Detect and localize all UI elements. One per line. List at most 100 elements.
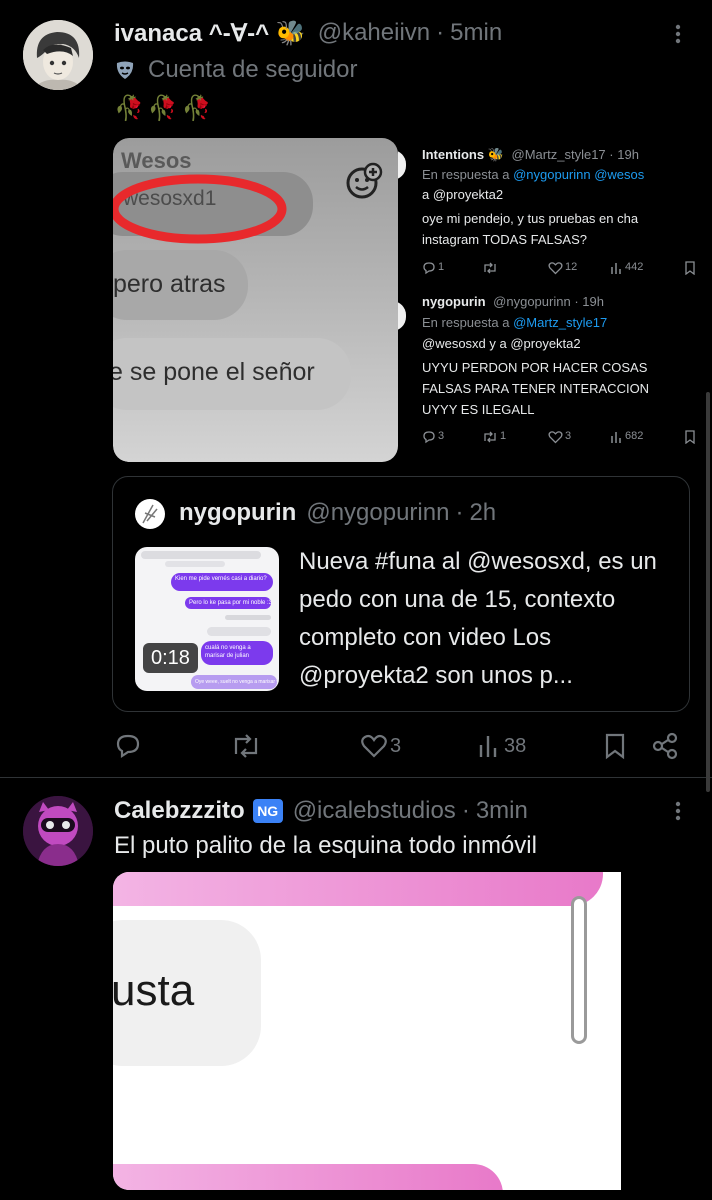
reply-icon: [116, 734, 140, 759]
like-count: 3: [565, 430, 572, 442]
chat-placeholder: [141, 551, 261, 559]
views-button[interactable]: 38: [478, 732, 526, 760]
tweet-divider: [0, 777, 712, 778]
display-name[interactable]: ivanaca ^-∀-^ 🐝: [114, 19, 306, 48]
chat-bubble: cualá no venga a marisar de julian: [201, 641, 273, 665]
replying-prefix: En respuesta a: [422, 167, 510, 182]
separator: ·: [436, 19, 445, 46]
retweet-icon: [484, 262, 496, 274]
tweet-media[interactable]: Wesos wesosxd1 pero atras e se pone el s…: [113, 138, 698, 462]
tweet-text: 🥀🥀🥀: [114, 92, 216, 126]
like-icon: [548, 262, 563, 275]
more-options-icon[interactable]: [668, 799, 688, 823]
handle[interactable]: @kaheiivn: [318, 19, 430, 47]
chat-placeholder: [225, 615, 271, 620]
wilted-rose-emoji: 🥀🥀🥀: [114, 95, 216, 122]
red-circle-highlight: [113, 174, 287, 244]
reply-text: UYYY ES ILEGALL: [422, 402, 535, 417]
reply-button[interactable]: [114, 732, 142, 760]
avatar[interactable]: [23, 20, 93, 90]
reply-icon: [423, 262, 435, 275]
avatar-character-icon: [23, 796, 93, 866]
retweet-icon: [234, 734, 258, 758]
add-reaction-icon: [343, 160, 385, 202]
quoted-handle: @nygopurinn: [306, 499, 450, 526]
reply-text: FALSAS PARA TENER INTERACCION: [422, 381, 650, 396]
quoted-video-thumbnail[interactable]: Kien me pide vernés casi a diario? Pero …: [135, 547, 279, 691]
retweet-count: 1: [500, 430, 507, 442]
video-duration-badge: 0:18: [143, 643, 198, 673]
retweet-button[interactable]: [230, 732, 262, 760]
scrollbar-handle: [571, 896, 587, 1044]
display-name[interactable]: Calebzzzito: [114, 797, 245, 825]
timestamp[interactable]: 5min: [450, 19, 502, 47]
pink-message-bubble: [113, 1164, 503, 1190]
reply-avatar: [398, 301, 406, 331]
reply-avatar: [398, 150, 406, 180]
media-replies-screenshot: Intentions 🐝 @Martz_style17 · 19h En res…: [398, 138, 698, 462]
chat-bubble: Oye weee, suelt no venga a marisar vi: [191, 675, 277, 689]
view-count: 442: [625, 261, 644, 273]
reply-text: UYYU PERDON POR HACER COSAS: [422, 360, 648, 375]
views-icon: [611, 432, 621, 443]
bookmark-icon: [685, 261, 695, 275]
reply-time: 19h: [582, 294, 604, 309]
replying-to: @Martz_style17: [513, 315, 608, 330]
quoted-avatar: [135, 499, 165, 529]
replying-to: @wesosxd y a @proyekta2: [422, 336, 581, 351]
chat-placeholder: [165, 561, 225, 567]
reply-count: 1: [438, 261, 445, 273]
reply-icon: [423, 431, 435, 444]
media-chat-screenshot: Wesos wesosxd1 pero atras e se pone el s…: [113, 138, 398, 462]
separator: ·: [461, 797, 470, 824]
like-icon: [361, 734, 387, 758]
more-options-icon[interactable]: [668, 22, 688, 46]
reply-text: oye mi pendejo, y tus pruebas en cha: [422, 211, 639, 226]
quoted-text: Nueva #funa al @wesosxd, es un pedo con …: [299, 548, 657, 689]
chat-line-1: pero atras: [113, 270, 226, 298]
chat-placeholder: [207, 627, 271, 636]
reply-name: Intentions 🐝: [422, 147, 504, 162]
quoted-display-name: nygopurin: [179, 499, 297, 526]
reply-handle: @nygopurinn: [493, 294, 571, 309]
follower-badge-label: Cuenta de seguidor: [148, 56, 358, 83]
like-count: 12: [565, 261, 578, 273]
handle[interactable]: @icalebstudios: [293, 797, 456, 825]
chat-line-2: e se pone el señor: [113, 358, 315, 386]
pink-message-bubble: [113, 872, 603, 906]
view-count: 38: [504, 734, 527, 757]
bookmark-icon: [605, 733, 625, 760]
reply-text: instagram TODAS FALSAS?: [422, 232, 587, 247]
quoted-tweet[interactable]: nygopurin @nygopurinn · 2h Kien me pide …: [112, 476, 690, 712]
tweet-media[interactable]: usta: [113, 872, 621, 1190]
views-icon: [479, 736, 497, 757]
like-icon: [548, 431, 563, 444]
avatar[interactable]: [23, 796, 93, 866]
avatar-drawing-icon: [23, 20, 93, 90]
follower-mask-icon: [114, 59, 136, 81]
reply-handle: @Martz_style17: [511, 147, 606, 162]
quoted-time: 2h: [469, 499, 497, 526]
tweet-text: El puto palito de la esquina todo inmóvi…: [114, 832, 537, 859]
bookmark-icon: [685, 430, 695, 444]
ng-badge: NG: [252, 799, 283, 823]
share-icon: [652, 732, 678, 760]
replying-to: a @proyekta2: [422, 187, 504, 202]
views-icon: [611, 263, 621, 274]
media-text: usta: [113, 966, 195, 1015]
chat-bubble: Pero lo ke pasa por mi noble :3: [185, 597, 271, 609]
page-scrollbar[interactable]: [706, 392, 710, 792]
reply-count: 3: [438, 430, 445, 442]
retweet-icon: [484, 431, 496, 443]
chat-bubble: Kien me pide vernés casi a diario?: [171, 573, 273, 591]
reply-time: 19h: [617, 147, 639, 162]
timestamp[interactable]: 3min: [476, 797, 528, 825]
reply-name: nygopurin: [422, 294, 486, 309]
replying-to: @nygopurinn @wesos: [513, 167, 645, 182]
share-button[interactable]: [652, 732, 678, 760]
like-button[interactable]: 3: [360, 732, 401, 760]
bookmark-button[interactable]: [604, 732, 626, 760]
view-count: 682: [625, 430, 644, 442]
like-count: 3: [390, 734, 402, 757]
replying-prefix: En respuesta a: [422, 315, 510, 330]
